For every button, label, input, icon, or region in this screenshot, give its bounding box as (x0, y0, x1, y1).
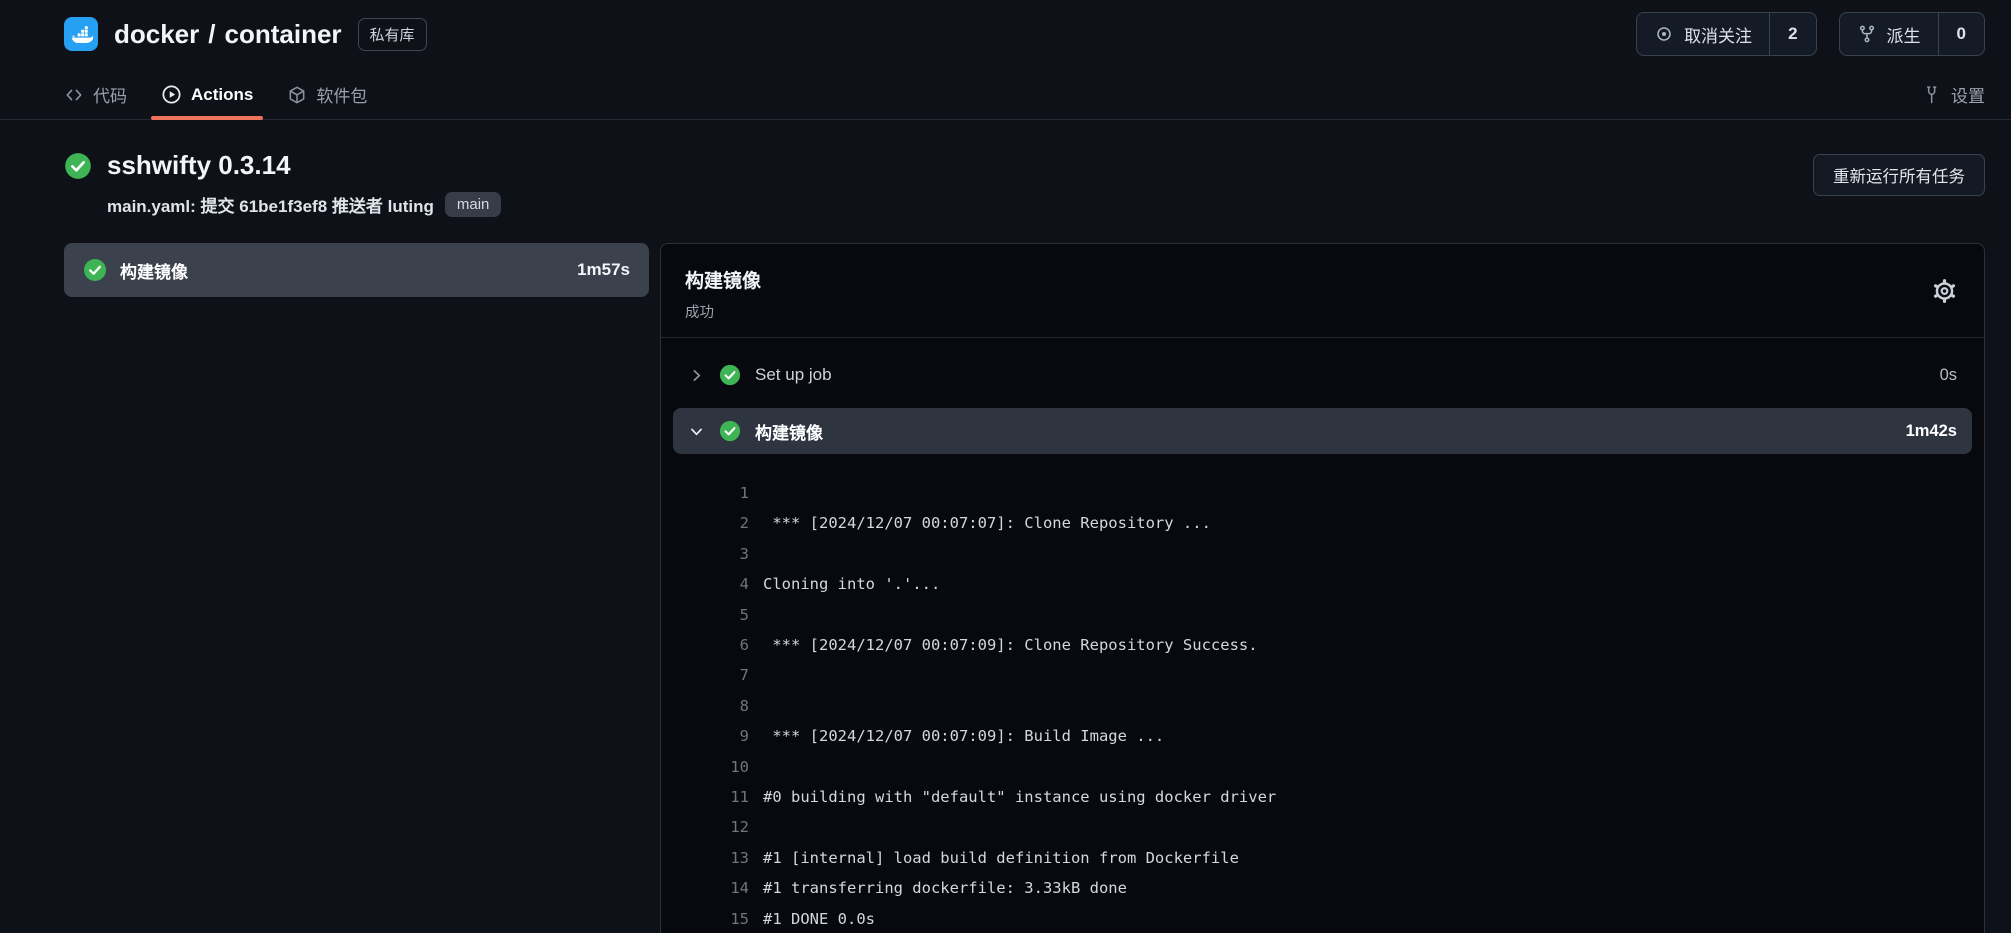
log-line-number[interactable]: 8 (661, 691, 763, 721)
log-line-number[interactable]: 4 (661, 569, 763, 599)
job-item-build-image[interactable]: 构建镜像 1m57s (64, 243, 649, 297)
step-name: Set up job (755, 365, 832, 385)
repo-action-buttons: 取消关注 2 派生 0 (1636, 12, 1985, 56)
step-success-icon (719, 364, 741, 386)
log-lines: 1 2 *** [2024/12/07 00:07:07]: Clone Rep… (661, 464, 1984, 933)
rerun-all-jobs-button[interactable]: 重新运行所有任务 (1813, 154, 1985, 196)
log-line-number[interactable]: 12 (661, 812, 763, 842)
watch-count[interactable]: 2 (1769, 13, 1815, 55)
job-name: 构建镜像 (120, 258, 188, 283)
log-line-number[interactable]: 14 (661, 873, 763, 903)
run-commit-info[interactable]: main.yaml: 提交 61be1f3ef8 推送者 luting (107, 192, 434, 217)
log-line-number[interactable]: 5 (661, 600, 763, 630)
repo-separator: / (208, 19, 215, 50)
step-setup-job[interactable]: Set up job 0s (673, 352, 1972, 398)
jobs-sidebar: 构建镜像 1m57s (64, 243, 649, 297)
fork-label: 派生 (1887, 22, 1921, 47)
log-line-text: *** [2024/12/07 00:07:09]: Clone Reposit… (763, 630, 1258, 660)
log-line-number[interactable]: 11 (661, 782, 763, 812)
log-line: 9 *** [2024/12/07 00:07:09]: Build Image… (661, 721, 1984, 751)
repo-avatar[interactable] (64, 17, 98, 51)
gear-icon[interactable] (1927, 273, 1962, 308)
log-line: 14 #1 transferring dockerfile: 3.33kB do… (661, 873, 1984, 903)
job-panel: 构建镜像 成功 (660, 243, 1985, 933)
log-line: 13 #1 [internal] load build definition f… (661, 843, 1984, 873)
tab-actions[interactable]: Actions (161, 70, 253, 119)
step-name: 构建镜像 (755, 419, 823, 444)
run-title: sshwifty 0.3.14 (107, 150, 501, 181)
tab-settings-label: 设置 (1951, 82, 1985, 107)
visibility-badge: 私有库 (358, 18, 427, 51)
run-meta: sshwifty 0.3.14 main.yaml: 提交 61be1f3ef8… (107, 150, 501, 217)
repo-title: docker / container (114, 19, 342, 50)
log-line: 6 *** [2024/12/07 00:07:09]: Clone Repos… (661, 630, 1984, 660)
tab-actions-label: Actions (191, 85, 253, 105)
log-line-number[interactable]: 7 (661, 660, 763, 690)
log-line-text: #1 DONE 0.0s (763, 904, 875, 933)
repo-owner-link[interactable]: docker (114, 19, 199, 50)
job-panel-header: 构建镜像 成功 (661, 244, 1984, 338)
step-duration: 0s (1940, 366, 1957, 385)
step-success-icon (719, 420, 741, 442)
log-line-text: *** [2024/12/07 00:07:09]: Build Image .… (763, 721, 1164, 751)
log-line-text: #0 building with "default" instance usin… (763, 782, 1276, 812)
unwatch-button[interactable]: 取消关注 2 (1636, 12, 1816, 56)
log-line-number[interactable]: 13 (661, 843, 763, 873)
log-line-number[interactable]: 9 (661, 721, 763, 751)
log-line: 5 (661, 600, 1984, 630)
play-circle-icon (161, 84, 182, 105)
log-line-text: Cloning into '.'... (763, 569, 940, 599)
log-line-text: #1 [internal] load build definition from… (763, 843, 1239, 873)
tab-settings[interactable]: 设置 (1922, 70, 1985, 119)
fork-button[interactable]: 派生 0 (1839, 12, 1985, 56)
chevron-right-icon (688, 367, 705, 384)
log-line: 10 (661, 752, 1984, 782)
run-content: 构建镜像 1m57s 构建镜像 成功 (0, 237, 2011, 933)
run-success-icon (64, 152, 92, 180)
log-line: 11 #0 building with "default" instance u… (661, 782, 1984, 812)
log-line-number[interactable]: 6 (661, 630, 763, 660)
repo-tabs: 代码 Actions 软件包 设置 (0, 70, 2011, 120)
log-line-number[interactable]: 1 (661, 478, 763, 508)
run-subtitle: main.yaml: 提交 61be1f3ef8 推送者 luting main (107, 192, 501, 217)
log-line: 12 (661, 812, 1984, 842)
log-line-number[interactable]: 10 (661, 752, 763, 782)
step-duration: 1m42s (1906, 422, 1957, 441)
job-panel-title: 构建镜像 (685, 266, 1960, 293)
log-line: 7 (661, 660, 1984, 690)
fork-count[interactable]: 0 (1938, 13, 1984, 55)
repo-name-link[interactable]: container (225, 19, 342, 50)
wrench-icon (1922, 85, 1942, 105)
log-line: 2 *** [2024/12/07 00:07:07]: Clone Repos… (661, 508, 1984, 538)
tab-packages-label: 软件包 (316, 82, 367, 107)
docker-logo-icon (69, 22, 93, 46)
tab-code-label: 代码 (93, 82, 127, 107)
package-icon (287, 85, 307, 105)
log-line-number[interactable]: 2 (661, 508, 763, 538)
chevron-down-icon (688, 423, 705, 440)
step-build-image[interactable]: 构建镜像 1m42s (673, 408, 1972, 454)
log-line-number[interactable]: 15 (661, 904, 763, 933)
branch-badge[interactable]: main (445, 192, 502, 217)
run-header: sshwifty 0.3.14 main.yaml: 提交 61be1f3ef8… (0, 120, 2011, 237)
log-line-text: #1 transferring dockerfile: 3.33kB done (763, 873, 1127, 903)
tab-code[interactable]: 代码 (64, 70, 127, 119)
log-line: 4 Cloning into '.'... (661, 569, 1984, 599)
top-bar: docker / container 私有库 取消关注 2 (0, 0, 2011, 56)
unwatch-label: 取消关注 (1684, 22, 1752, 47)
log-line-number[interactable]: 3 (661, 539, 763, 569)
tab-packages[interactable]: 软件包 (287, 70, 367, 119)
steps-list: Set up job 0s 构建镜像 1m42s (661, 338, 1984, 454)
log-line: 3 (661, 539, 1984, 569)
code-icon (64, 85, 84, 105)
job-duration: 1m57s (577, 260, 630, 280)
log-line: 8 (661, 691, 1984, 721)
eye-icon (1654, 24, 1674, 44)
job-panel-status: 成功 (685, 301, 1960, 322)
fork-icon (1857, 24, 1877, 44)
job-success-icon (83, 258, 107, 282)
log-line: 15 #1 DONE 0.0s (661, 904, 1984, 933)
log-line: 1 (661, 478, 1984, 508)
log-line-text: *** [2024/12/07 00:07:07]: Clone Reposit… (763, 508, 1211, 538)
